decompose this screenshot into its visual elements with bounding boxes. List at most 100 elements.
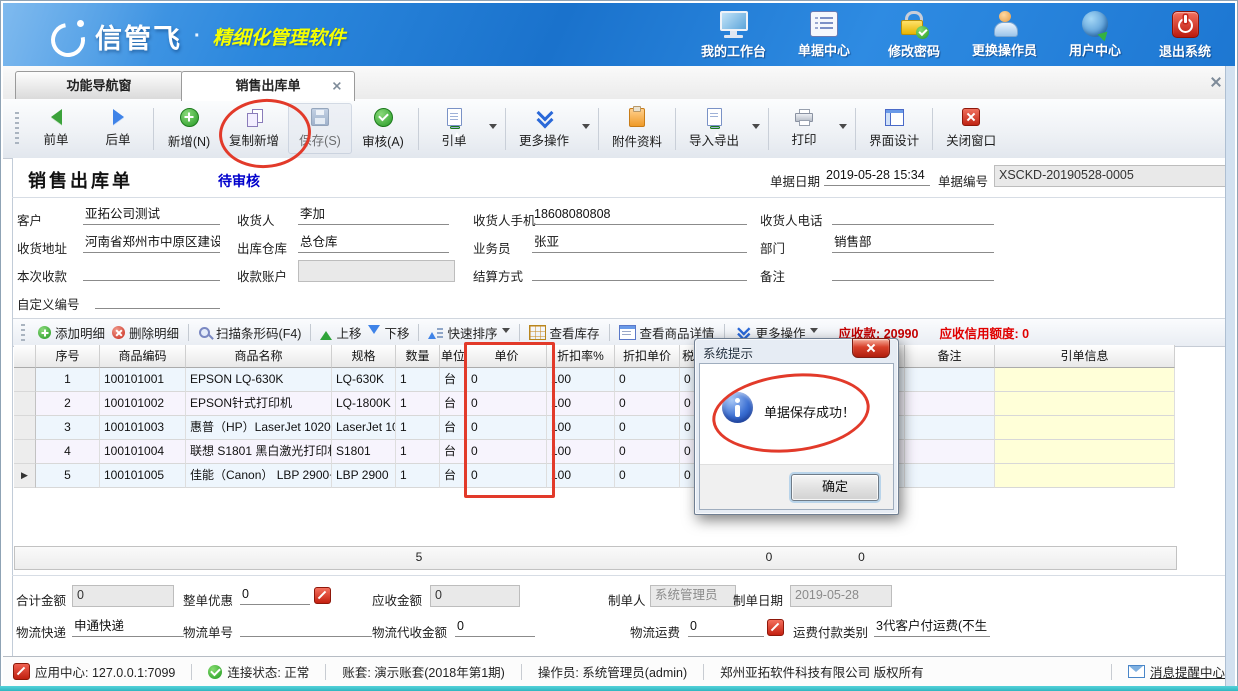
grid-cell[interactable]: 1 [396,392,440,416]
freight-pay-type-field[interactable]: 3代客户付运费(不生 [874,617,990,637]
grid-cell[interactable] [995,464,1175,488]
grid-cell[interactable]: 0 [615,392,680,416]
panel-close-icon[interactable] [1210,76,1221,87]
grid-column-header[interactable]: 单位 [440,345,467,368]
ok-button[interactable]: 确定 [791,474,879,501]
grid-column-header[interactable]: 数量 [396,345,440,368]
grid-cell[interactable] [905,368,995,392]
grid-column-header[interactable]: 单价 [467,345,547,368]
grid-row-selector[interactable] [14,416,36,440]
grid-cell[interactable]: 100101004 [100,440,186,464]
department-field[interactable]: 销售部 [832,233,994,253]
consignee-field[interactable]: 李加 [298,205,449,225]
grid-cell[interactable]: 100 [547,368,615,392]
grid-cell[interactable] [905,440,995,464]
grid-cell[interactable]: 0 [467,440,547,464]
grid-cell[interactable] [995,368,1175,392]
tab-close-icon[interactable] [332,81,341,90]
grid-column-header[interactable]: 序号 [36,345,100,368]
close-window-button[interactable]: 关闭窗口 [937,104,1005,153]
grid-cell[interactable]: 1 [396,368,440,392]
grid-cell[interactable]: 0 [615,368,680,392]
grid-cell[interactable]: EPSON LQ-630K [186,368,332,392]
grid-cell[interactable]: 台 [440,416,467,440]
grid-cell[interactable]: S1801 [332,440,396,464]
grid-column-header[interactable]: 引单信息 [995,345,1175,368]
quick-sort-dropdown-caret[interactable] [502,328,510,337]
delete-detail-button[interactable]: 删除明细 [112,323,179,342]
grid-cell[interactable]: 1 [396,416,440,440]
nav-switch-operator[interactable]: 更换操作员 [972,11,1037,60]
print-dropdown-caret[interactable] [839,124,847,133]
order-discount-edit-icon[interactable] [314,587,331,604]
nav-exit-system[interactable]: 退出系统 [1153,11,1217,60]
print-button[interactable]: 打印 [773,105,835,152]
grid-cell[interactable] [995,392,1175,416]
grid-column-header[interactable]: 商品名称 [186,345,332,368]
toolbar-grip[interactable] [15,112,19,146]
remark-field[interactable] [832,261,994,281]
grid-cell[interactable]: LQ-1800K [332,392,396,416]
delivery-address-field[interactable]: 河南省郑州市中原区建设路 [83,233,220,253]
nav-document-center[interactable]: 单据中心 [792,11,856,60]
grid-cell[interactable]: 0 [615,416,680,440]
freight-edit-icon[interactable] [767,619,784,636]
grid-column-header[interactable]: 规格 [332,345,396,368]
dialog-close-button[interactable] [852,338,890,358]
dialog-title[interactable]: 系统提示 [703,343,753,362]
copy-new-button[interactable]: 复制新增 [220,105,288,153]
quick-sort-button[interactable]: 快速排序 [428,323,509,342]
grid-cell[interactable]: 惠普（HP）LaserJet 1020 [186,416,332,440]
settlement-method-field[interactable] [532,261,747,281]
freight-field[interactable]: 0 [688,617,764,637]
attachments-button[interactable]: 附件资料 [603,104,671,154]
cod-amount-field[interactable]: 0 [455,617,535,637]
grid-cell[interactable]: 0 [615,464,680,488]
view-stock-button[interactable]: 查看库存 [529,323,600,342]
grid-cell[interactable]: 0 [615,440,680,464]
save-button[interactable]: 保存(S) [288,103,352,154]
grid-cell[interactable]: 佳能（Canon） LBP 2900+ [186,464,332,488]
grid-cell[interactable]: 1 [36,368,100,392]
nav-my-workbench[interactable]: 我的工作台 [701,11,766,60]
grid-column-header[interactable]: 备注 [905,345,995,368]
grid-cell[interactable]: 100101003 [100,416,186,440]
new-button[interactable]: 新增(N) [158,104,220,154]
grid-cell[interactable]: 100 [547,440,615,464]
audit-button[interactable]: 审核(A) [352,104,414,154]
import-export-button[interactable]: 导入导出 [680,104,748,153]
grid-column-header[interactable]: 商品编码 [100,345,186,368]
consignee-mobile-field[interactable]: 18608080808 [532,205,747,225]
nav-user-center[interactable]: 用户中心 [1063,11,1127,60]
grid-cell[interactable]: LBP 2900 [332,464,396,488]
move-up-button[interactable]: 上移 [320,323,361,342]
grid-column-header[interactable]: 折扣单价 [615,345,680,368]
nav-change-password[interactable]: 修改密码 [882,11,946,60]
grid-cell[interactable]: 100 [547,416,615,440]
logistics-courier-field[interactable]: 申通快递 [72,617,184,637]
more-actions-dropdown-caret[interactable] [582,124,590,133]
grid-row-selector[interactable] [14,440,36,464]
grid-cell[interactable]: 1 [396,440,440,464]
grid-cell[interactable] [995,416,1175,440]
grid-row-selector[interactable]: ▶ [14,464,36,488]
grid-cell[interactable] [905,464,995,488]
customer-field[interactable]: 亚拓公司测试 [83,205,220,225]
grid-row-selector[interactable] [14,368,36,392]
ui-design-button[interactable]: 界面设计 [860,105,928,153]
order-discount-field[interactable]: 0 [240,585,310,605]
grid-cell[interactable]: 联想 S1801 黑白激光打印机 [186,440,332,464]
grid-cell[interactable]: 100101002 [100,392,186,416]
more-actions-button[interactable]: 更多操作 [510,105,578,153]
grid-cell[interactable]: 台 [440,440,467,464]
consignee-phone-field[interactable] [832,205,994,225]
grid-cell[interactable]: 台 [440,368,467,392]
grid-cell[interactable]: 0 [467,416,547,440]
grid-cell[interactable]: 1 [396,464,440,488]
doc-date-field[interactable]: 2019-05-28 15:34 [824,166,930,186]
next-doc-button[interactable]: 后单 [87,105,149,152]
grid-cell[interactable]: LaserJet 1020 [332,416,396,440]
grid-cell[interactable] [905,392,995,416]
grid-cell[interactable]: 100 [547,464,615,488]
grid-column-header[interactable]: 折扣率% [547,345,615,368]
